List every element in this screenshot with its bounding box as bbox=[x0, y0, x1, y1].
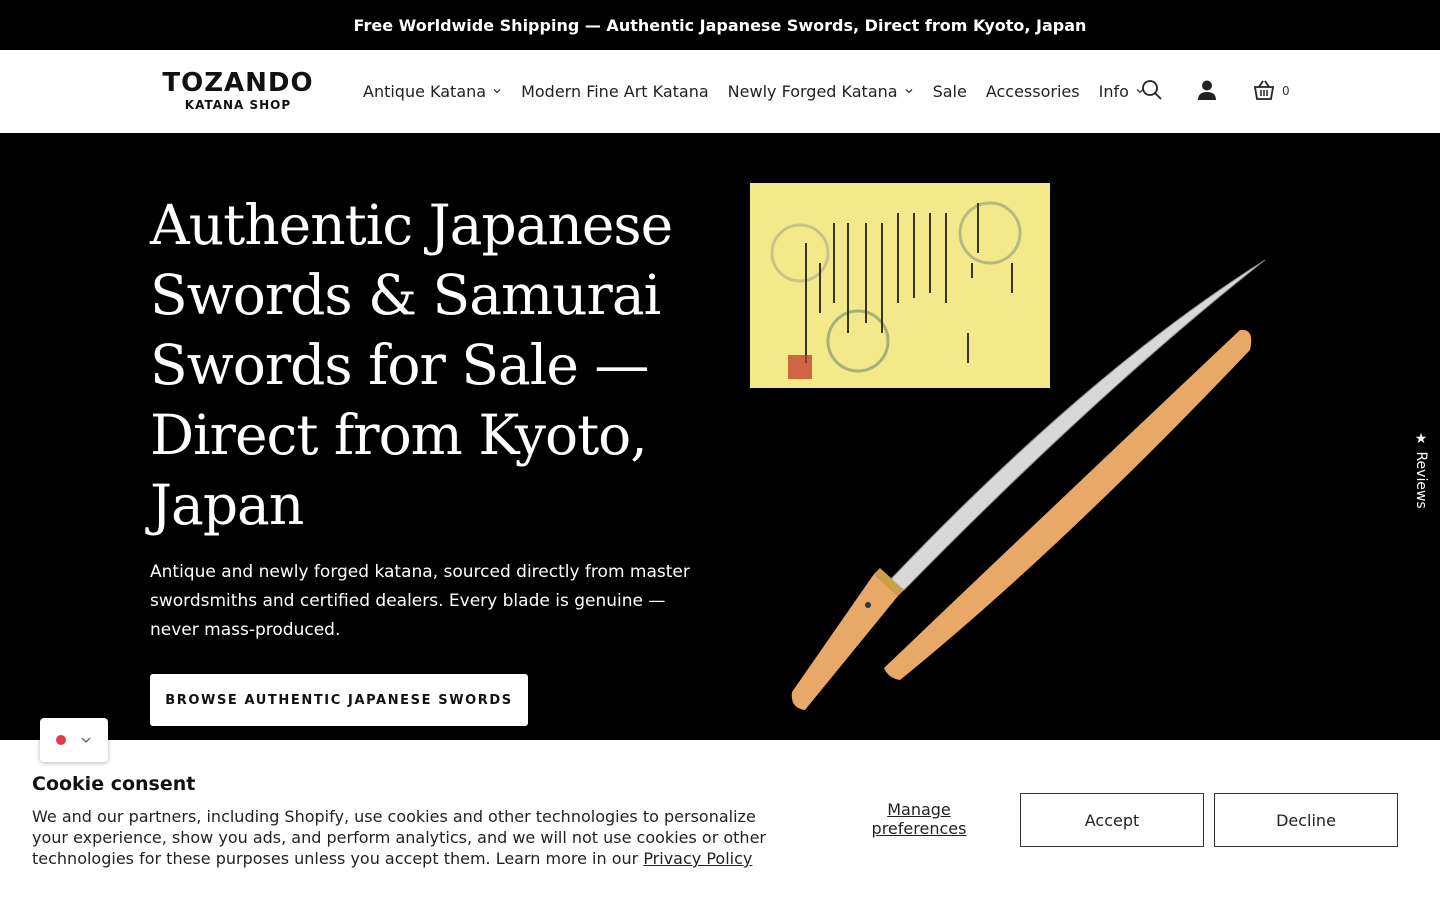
chevron-down-icon bbox=[493, 89, 501, 94]
hero-title: Authentic Japanese Swords & Samurai Swor… bbox=[150, 193, 673, 537]
logo-tagline: KATANA SHOP bbox=[184, 98, 292, 112]
language-selector[interactable] bbox=[40, 718, 108, 762]
nav-label: Info bbox=[1098, 81, 1129, 101]
announcement-bar: Free Worldwide Shipping — Authentic Japa… bbox=[0, 0, 1440, 50]
nav-newly-forged-katana[interactable]: Newly Forged Katana bbox=[728, 82, 914, 101]
logo-wordmark: TOZANDO bbox=[162, 68, 314, 98]
nav-accessories[interactable]: Accessories bbox=[986, 82, 1080, 101]
nav-info[interactable]: Info bbox=[1099, 82, 1145, 101]
site-header: TOZANDO KATANA SHOP Antique Katana Moder… bbox=[0, 50, 1440, 133]
store-logo[interactable]: TOZANDO KATANA SHOP bbox=[158, 68, 318, 112]
cookie-consent-banner: Cookie consent We and our partners, incl… bbox=[0, 740, 1440, 900]
nav-label: Antique Katana bbox=[363, 81, 487, 101]
hero-subtitle: Antique and newly forged katana, sourced… bbox=[150, 562, 690, 640]
nav-label: Accessories bbox=[985, 81, 1080, 101]
cart-count: 0 bbox=[1282, 84, 1290, 98]
nav-modern-fine-art-katana[interactable]: Modern Fine Art Katana bbox=[521, 82, 709, 101]
privacy-policy-link[interactable]: Privacy Policy bbox=[643, 849, 752, 868]
decline-button[interactable]: Decline bbox=[1214, 793, 1398, 847]
reviews-tab[interactable]: ★ Reviews bbox=[1410, 430, 1432, 510]
chevron-down-icon bbox=[905, 89, 913, 94]
cart-icon[interactable] bbox=[1252, 79, 1276, 101]
japan-flag-icon bbox=[56, 735, 66, 745]
nav-antique-katana[interactable]: Antique Katana bbox=[363, 82, 502, 101]
cookie-title: Cookie consent bbox=[32, 773, 196, 795]
browse-swords-button[interactable]: BROWSE AUTHENTIC JAPANESE SWORDS bbox=[150, 674, 528, 726]
nav-label: Modern Fine Art Katana bbox=[521, 81, 709, 101]
main-nav: Antique Katana Modern Fine Art Katana Ne… bbox=[363, 80, 1145, 102]
manage-preferences-link[interactable]: Manage preferences bbox=[860, 800, 978, 838]
cookie-text: We and our partners, including Shopify, … bbox=[32, 806, 772, 869]
chevron-down-icon bbox=[81, 737, 91, 743]
search-icon[interactable] bbox=[1141, 79, 1163, 101]
nav-label: Sale bbox=[932, 81, 967, 101]
nav-label: Newly Forged Katana bbox=[727, 81, 898, 101]
account-icon[interactable] bbox=[1196, 79, 1218, 101]
katana-image bbox=[791, 259, 1266, 710]
accept-button[interactable]: Accept bbox=[1020, 793, 1204, 847]
nav-sale[interactable]: Sale bbox=[933, 82, 967, 101]
announcement-text: Free Worldwide Shipping — Authentic Japa… bbox=[353, 15, 1087, 35]
